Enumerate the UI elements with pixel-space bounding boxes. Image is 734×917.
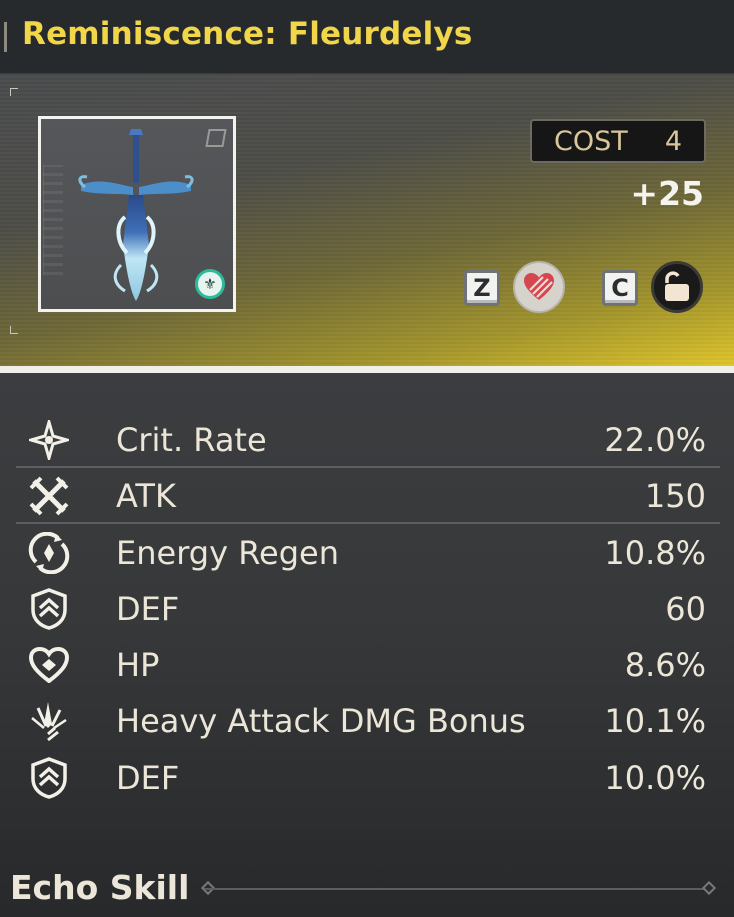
echo-portrait[interactable]: ⚜	[38, 116, 236, 312]
def-icon	[16, 750, 82, 806]
hero-divider	[0, 366, 734, 373]
heart-icon	[524, 273, 554, 300]
echo-level: +25	[630, 174, 704, 213]
echo-hero-panel: ⚜ COST 4 +25 Z C	[0, 74, 734, 366]
stat-row-crit-rate: Crit. Rate 22.0%	[16, 412, 720, 468]
heavy-attack-icon	[16, 693, 82, 749]
def-icon	[16, 581, 82, 637]
cost-badge: COST 4	[530, 119, 706, 163]
energy-regen-icon	[16, 525, 82, 581]
stat-name: DEF	[116, 590, 180, 628]
portrait-side-glyphs	[43, 165, 63, 275]
title-bar: Reminiscence: Fleurdelys	[0, 0, 734, 74]
crit-rate-icon	[16, 412, 82, 468]
hp-icon	[16, 637, 82, 693]
lock-key-hint: C	[602, 270, 638, 306]
stat-value: 10.8%	[604, 534, 706, 572]
stat-name: DEF	[116, 759, 180, 797]
stat-row-hp: HP 8.6%	[16, 637, 720, 693]
sonata-set-icon: ⚜	[195, 269, 225, 299]
echo-skill-heading[interactable]: Echo Skill	[10, 868, 189, 907]
stat-value: 150	[644, 477, 706, 515]
stat-row-def-percent: DEF 10.0%	[16, 750, 720, 806]
frame-tick	[10, 88, 18, 96]
cost-label: COST	[554, 125, 628, 157]
cost-value: 4	[664, 125, 682, 157]
echo-skill-divider	[204, 888, 710, 890]
unlocked-padlock-icon	[665, 271, 689, 301]
echo-title: Reminiscence: Fleurdelys	[22, 16, 473, 52]
favorite-key-hint: Z	[464, 270, 500, 306]
stat-row-heavy-attack: Heavy Attack DMG Bonus 10.1%	[16, 693, 720, 749]
stat-value: 8.6%	[624, 646, 706, 684]
title-edge-marker	[4, 22, 7, 52]
rarity-glyph-icon	[205, 129, 227, 147]
stat-value: 60	[665, 590, 706, 628]
stat-name: Heavy Attack DMG Bonus	[116, 702, 526, 740]
stats-panel: Crit. Rate 22.0% ATK 150 Energy Regen 10…	[0, 373, 734, 917]
fleurdelys-sword-icon	[78, 129, 194, 301]
stat-value: 10.1%	[604, 702, 706, 740]
stat-name: Energy Regen	[116, 534, 339, 572]
stat-row-def: DEF 60	[16, 581, 720, 637]
stat-name: Crit. Rate	[116, 421, 267, 459]
atk-icon	[16, 468, 82, 524]
stat-name: HP	[116, 646, 160, 684]
stat-name: ATK	[116, 477, 176, 515]
stat-separator	[16, 522, 720, 524]
frame-tick	[10, 326, 18, 334]
favorite-button[interactable]	[513, 261, 565, 313]
stat-row-atk: ATK 150	[16, 468, 720, 524]
stat-value: 10.0%	[604, 759, 706, 797]
lock-button[interactable]	[651, 261, 703, 313]
stat-row-energy-regen: Energy Regen 10.8%	[16, 525, 720, 581]
stat-value: 22.0%	[604, 421, 706, 459]
